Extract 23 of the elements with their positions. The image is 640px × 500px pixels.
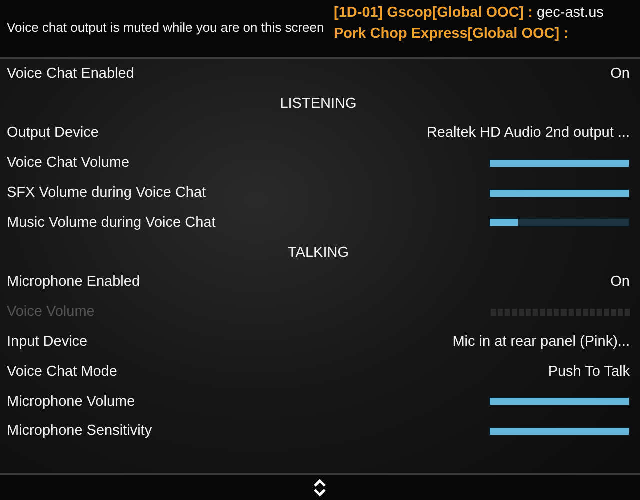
setting-label: Output Device <box>7 125 99 142</box>
setting-label: Voice Chat Volume <box>7 155 130 172</box>
setting-value[interactable]: Realtek HD Audio 2nd output ... <box>426 125 630 142</box>
setting-label: Music Volume during Voice Chat <box>7 214 216 231</box>
muted-notice: Voice chat output is muted while you are on this screen <box>7 20 324 35</box>
setting-label: Microphone Enabled <box>7 274 140 290</box>
setting-value[interactable]: On <box>610 66 630 82</box>
setting-label: Input Device <box>7 334 88 350</box>
section-header: TALKING <box>287 244 350 263</box>
setting-value[interactable]: On <box>610 274 630 290</box>
section-header: LISTENING <box>279 94 358 114</box>
setting-value[interactable]: Mic in at rear panel (Pink)... <box>452 334 630 350</box>
scroll-arrows-icon[interactable] <box>313 478 327 496</box>
chat-message: [1D-01] Gscop[Global OOC] : gec-ast.us <box>334 4 604 23</box>
chat-message: Pork Chop Express[Global OOC] : <box>334 25 570 44</box>
setting-value[interactable]: Push To Talk <box>548 364 630 380</box>
setting-label: Microphone Sensitivity <box>7 423 152 440</box>
setting-label: Voice Chat Mode <box>7 364 118 380</box>
setting-label: Microphone Volume <box>7 394 136 410</box>
volume-slider[interactable] <box>489 218 630 228</box>
setting-label: Voice Chat Enabled <box>7 66 134 82</box>
setting-label: SFX Volume during Voice Chat <box>7 185 206 202</box>
setting-label: Voice Volume <box>7 304 95 320</box>
